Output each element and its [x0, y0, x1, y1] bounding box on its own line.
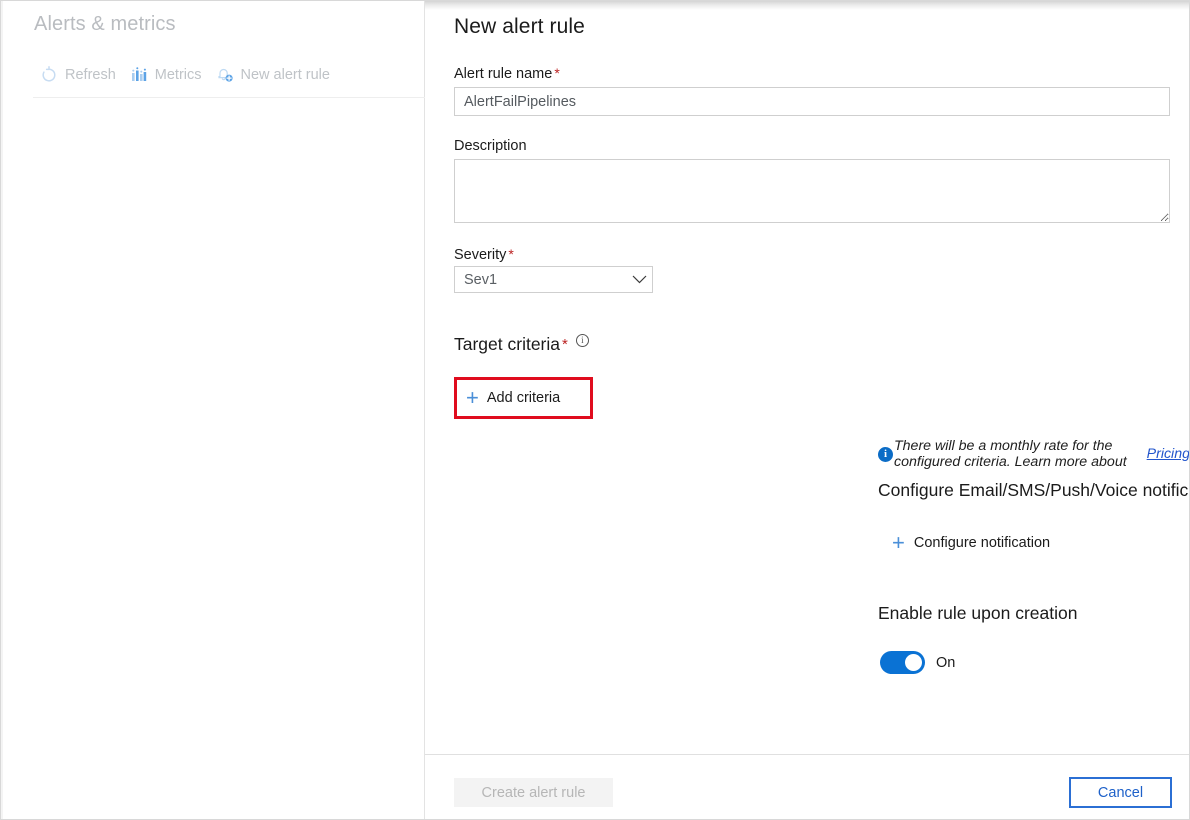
- metrics-chart-icon: [130, 66, 148, 84]
- severity-label: Severity*: [454, 246, 514, 263]
- toolbar-refresh-label: Refresh: [65, 67, 116, 83]
- left-panel: Alerts & metrics Refresh: [1, 1, 425, 820]
- severity-selected-value: Sev1: [455, 272, 626, 288]
- configure-notification-label: Configure Email/SMS/Push/Voice notificat…: [878, 480, 1190, 501]
- blade-footer-divider: [425, 754, 1190, 755]
- enable-rule-toggle[interactable]: [880, 651, 925, 674]
- configure-notification-button[interactable]: + Configure notification: [888, 528, 1058, 558]
- cancel-button[interactable]: Cancel: [1069, 777, 1172, 808]
- description-label: Description: [454, 138, 527, 154]
- add-criteria-button[interactable]: + Add criteria: [457, 380, 590, 416]
- toolbar-new-alert-rule-button[interactable]: New alert rule: [212, 63, 340, 87]
- info-outline-icon[interactable]: i: [576, 334, 589, 347]
- description-textarea[interactable]: [454, 159, 1170, 223]
- target-criteria-label: Target criteria* i: [454, 334, 589, 355]
- left-panel-edge: [1, 1, 3, 820]
- toolbar-new-alert-rule-label: New alert rule: [241, 67, 330, 83]
- chevron-down-icon: [626, 267, 652, 292]
- configure-notification-button-label: Configure notification: [914, 535, 1050, 551]
- alert-rule-name-label-text: Alert rule name: [454, 66, 552, 82]
- pricing-info-text: There will be a monthly rate for the con…: [894, 438, 1139, 470]
- app-window: Alerts & metrics Refresh: [0, 0, 1190, 820]
- page-title: New alert rule: [454, 15, 585, 39]
- toolbar-refresh-button[interactable]: Refresh: [36, 63, 126, 87]
- add-criteria-button-label: Add criteria: [487, 390, 560, 406]
- left-panel-title: Alerts & metrics: [34, 13, 176, 36]
- pricing-info-row: i There will be a monthly rate for the c…: [878, 438, 1190, 470]
- pricing-link[interactable]: Pricing: [1147, 446, 1190, 462]
- toggle-knob: [905, 654, 922, 671]
- plus-icon: +: [466, 387, 479, 409]
- severity-select[interactable]: Sev1: [454, 266, 653, 293]
- info-filled-icon: i: [878, 447, 893, 462]
- enable-rule-toggle-state: On: [936, 655, 955, 671]
- plus-icon: +: [892, 532, 905, 554]
- left-panel-divider: [33, 97, 425, 98]
- toolbar-metrics-button[interactable]: Metrics: [126, 63, 212, 87]
- required-asterisk: *: [562, 336, 568, 353]
- required-asterisk: *: [508, 246, 513, 262]
- add-criteria-highlight-box: + Add criteria: [454, 377, 593, 419]
- refresh-icon: [40, 66, 58, 84]
- severity-label-text: Severity: [454, 247, 506, 263]
- left-panel-toolbar: Refresh Metrics: [36, 63, 340, 87]
- toolbar-metrics-label: Metrics: [155, 67, 202, 83]
- configure-notification-label-text: Configure Email/SMS/Push/Voice notificat…: [878, 480, 1190, 501]
- create-alert-rule-button[interactable]: Create alert rule: [454, 778, 613, 807]
- alert-rule-name-input[interactable]: [454, 87, 1170, 116]
- enable-rule-label: Enable rule upon creation: [878, 603, 1077, 624]
- enable-rule-toggle-row: On: [880, 651, 955, 674]
- new-alert-bell-icon: [216, 66, 234, 84]
- alert-rule-name-label: Alert rule name*: [454, 65, 560, 82]
- target-criteria-label-text: Target criteria: [454, 334, 560, 355]
- required-asterisk: *: [554, 65, 559, 81]
